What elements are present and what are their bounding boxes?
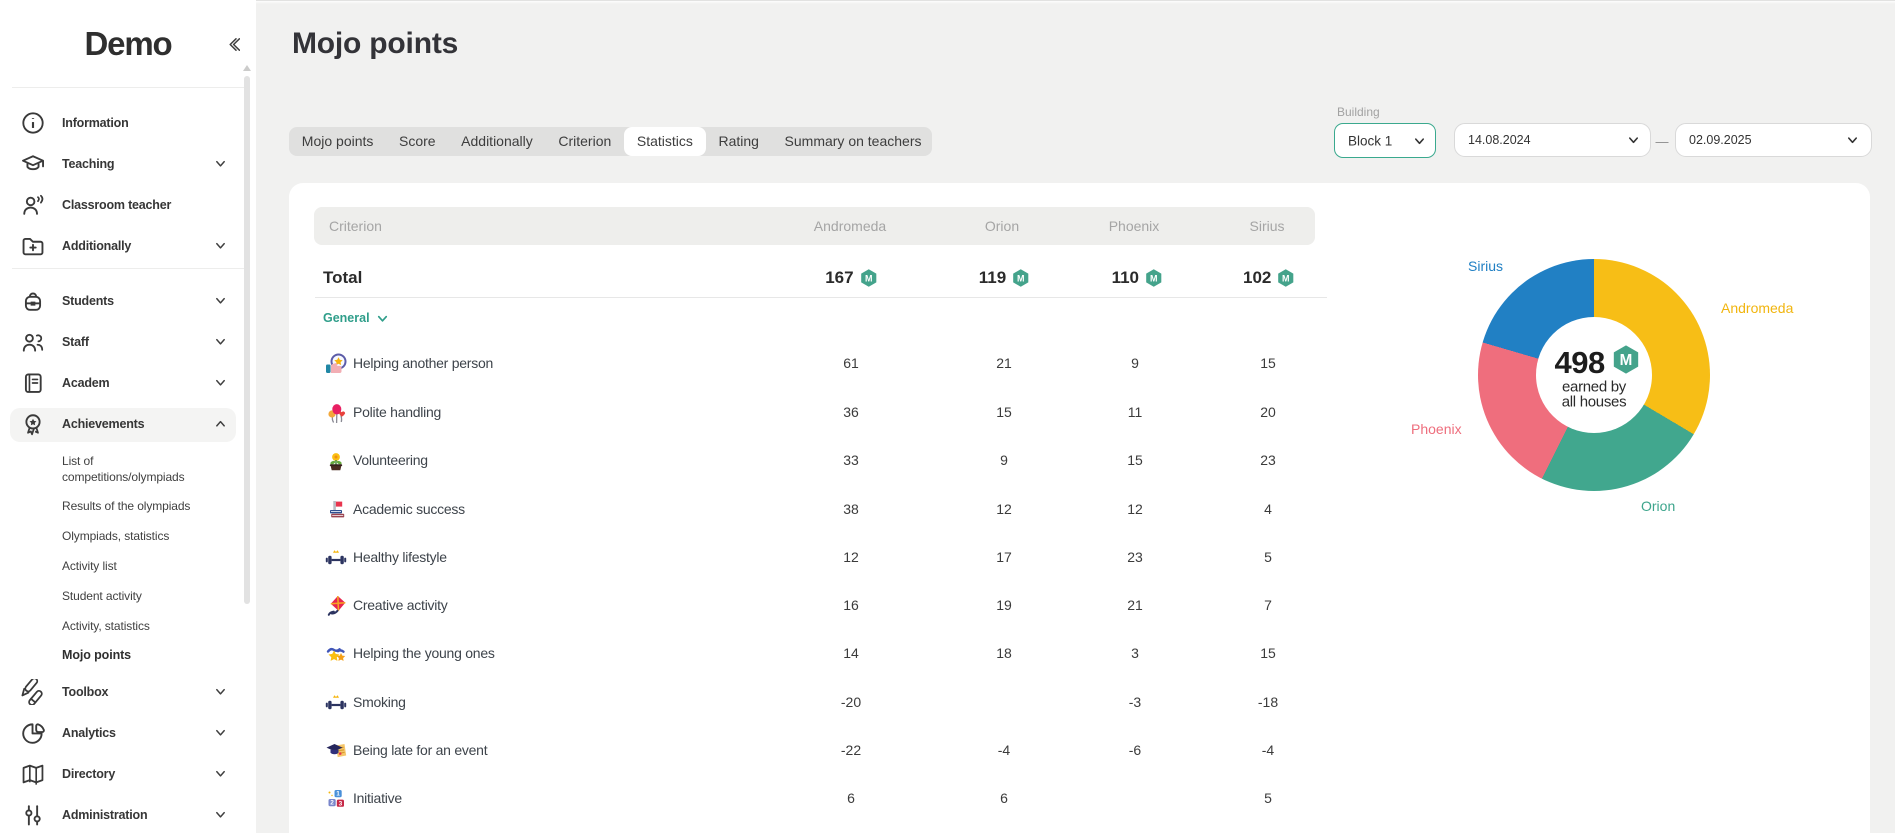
svg-text:1: 1 — [336, 791, 340, 798]
svg-text:3: 3 — [339, 800, 343, 807]
svg-text:M: M — [1282, 273, 1290, 283]
svg-text:M: M — [1017, 273, 1025, 283]
svg-text:2: 2 — [330, 800, 334, 807]
svg-text:M: M — [865, 273, 873, 283]
svg-text:M: M — [1150, 273, 1158, 283]
svg-text:M: M — [1619, 352, 1632, 369]
